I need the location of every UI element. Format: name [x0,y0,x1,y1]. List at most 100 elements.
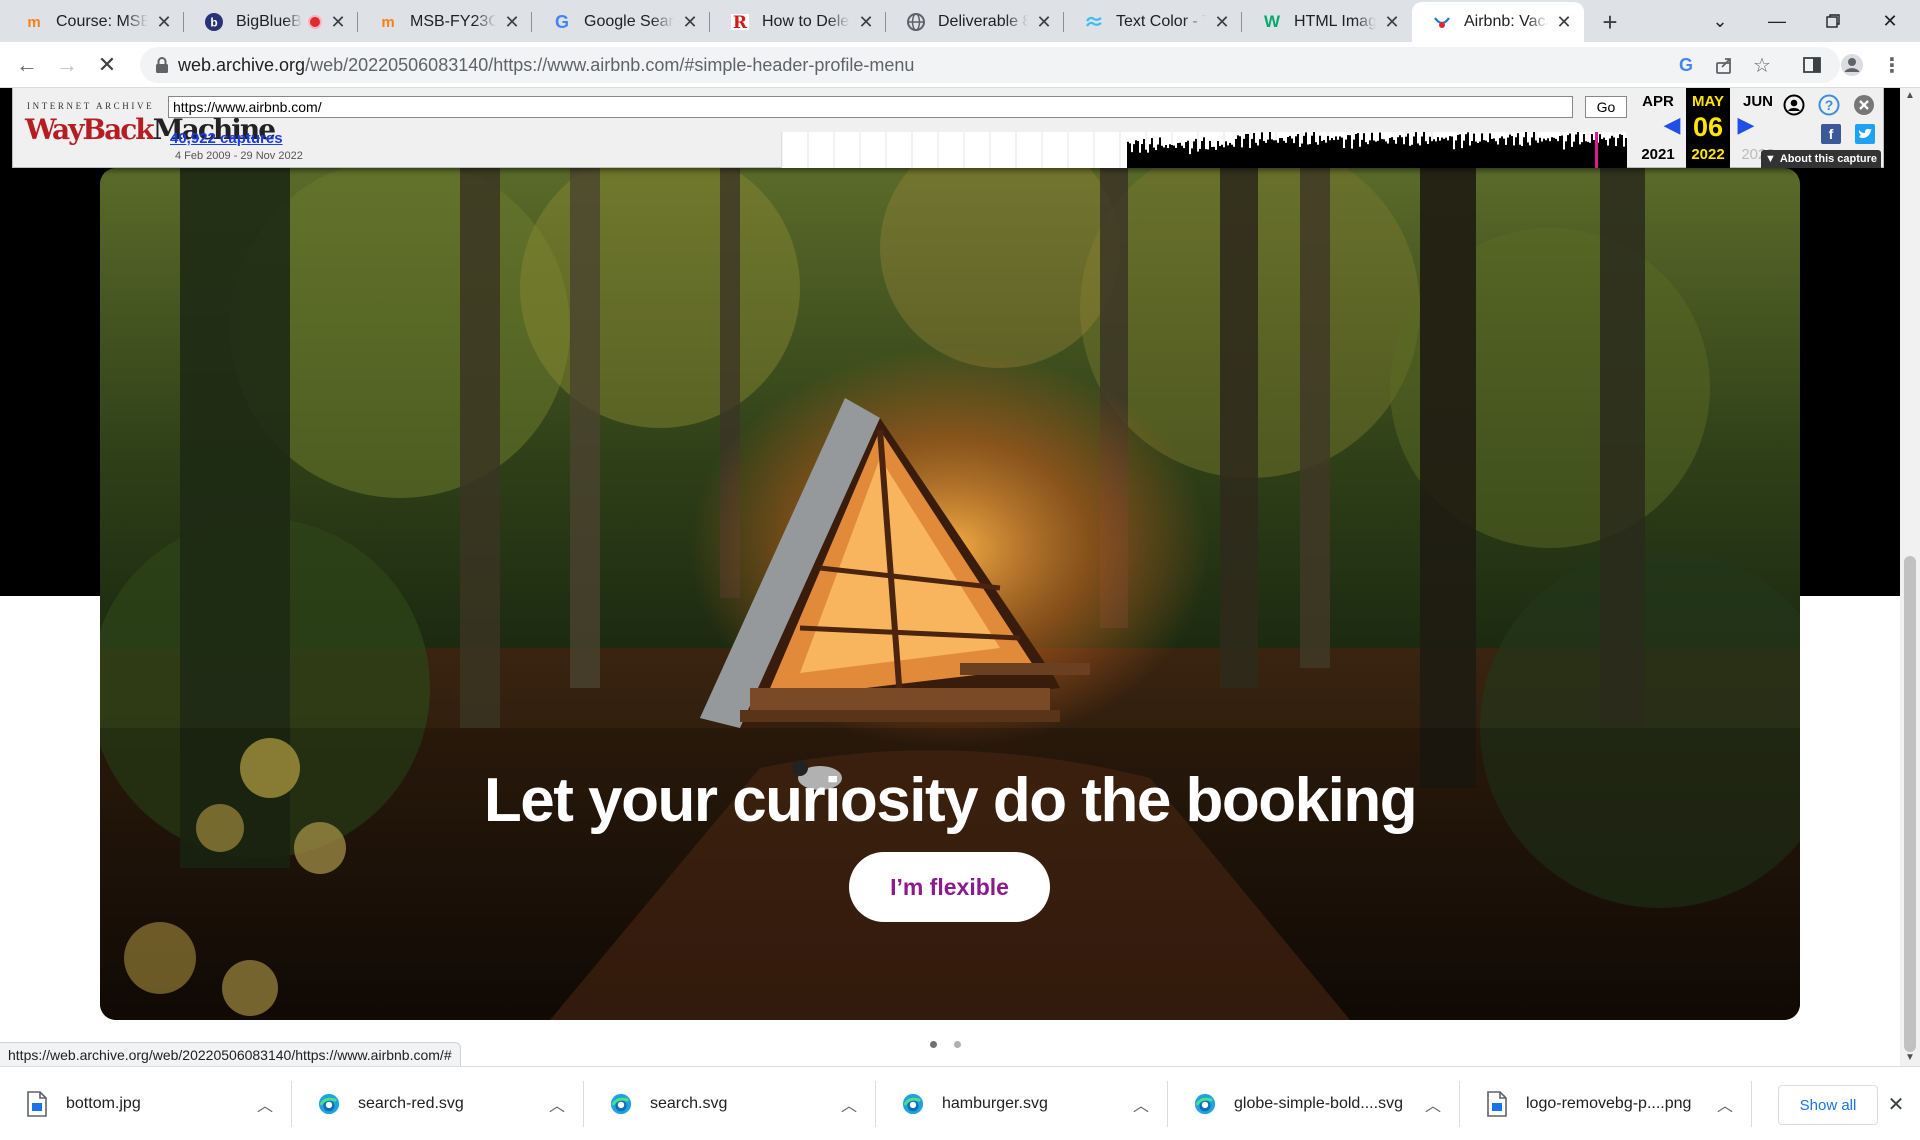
chevron-up-icon[interactable]: ︿ [1422,1092,1444,1116]
browser-tab-2[interactable]: m MSB-FY23C1: HTML ✕ [358,2,532,42]
capture-sparkline[interactable] [781,131,1627,168]
sparkline-bar [1511,136,1513,168]
tailwind-icon [1084,12,1104,32]
sparkline-bar [1283,140,1285,168]
download-item[interactable]: globe-simple-bold....svg ︿ [1168,1077,1460,1131]
google-lens-icon[interactable]: G [1671,50,1701,80]
browser-tab-6[interactable]: Text Color - Tailwind ✕ [1064,2,1242,42]
forward-icon[interactable]: → [52,50,82,80]
chevron-up-icon[interactable]: ︿ [546,1092,568,1116]
next-capture-arrow-icon[interactable]: ▶ [1734,112,1758,137]
address-bar[interactable]: web.archive.org/web/20220506083140/https… [140,47,1840,83]
browser-tab-3[interactable]: G Google Search ✕ [532,2,710,42]
carousel-dot[interactable] [930,1041,937,1048]
download-shelf: bottom.jpg ︿ search-red.svg ︿ search.svg… [0,1066,1920,1140]
bookmark-star-icon[interactable]: ☆ [1747,50,1777,80]
sparkline-bar [1469,145,1471,168]
prev-capture-arrow-icon[interactable]: ◀ [1660,112,1684,137]
show-all-downloads-button[interactable]: Show all [1778,1085,1878,1125]
close-icon[interactable]: ✕ [1034,12,1054,32]
about-capture-toggle[interactable]: ▼ About this capture [1761,150,1881,168]
browser-tab-7[interactable]: W HTML Images ✕ [1242,2,1412,42]
tab-search-icon[interactable]: ⌄ [1705,6,1735,36]
sparkline-bar [1517,133,1519,168]
wayback-url-input[interactable] [168,96,1573,118]
close-icon[interactable]: ✕ [328,12,348,32]
close-window-icon[interactable]: ✕ [1875,6,1905,36]
sparkline-bar [1399,135,1401,168]
close-icon[interactable]: ✕ [1212,12,1232,32]
more-menu-icon[interactable]: ⋮ [1877,50,1907,80]
sparkline-bar [1609,138,1611,168]
browser-tab-1[interactable]: b BigBlueButton ✕ [184,2,358,42]
new-tab-button[interactable]: + [1596,7,1624,37]
restore-icon[interactable] [1818,6,1848,36]
download-item[interactable]: hamburger.svg ︿ [876,1077,1168,1131]
browser-tab-0[interactable]: m Course: MSB-FY23C1 ✕ [4,2,184,42]
close-icon[interactable]: ✕ [154,12,174,32]
close-download-shelf-icon[interactable]: ✕ [1882,1091,1910,1119]
tab-title: MSB-FY23C1: HTML [410,13,496,30]
back-icon[interactable]: ← [12,50,42,80]
sparkline-bar [1279,138,1281,168]
scroll-up-arrow-icon[interactable]: ▲ [1904,90,1916,102]
carousel-dot[interactable] [954,1041,961,1048]
facebook-icon[interactable]: f [1821,124,1841,144]
browser-tab-4[interactable]: R How to Delete ✕ [710,2,886,42]
side-panel-icon[interactable] [1797,50,1827,80]
download-item[interactable]: bottom.jpg ︿ [0,1077,292,1131]
download-item[interactable]: logo-removebg-p....png ︿ [1460,1077,1752,1131]
lock-icon[interactable] [152,55,172,75]
w3schools-icon: W [1263,12,1281,31]
sparkline-bar [1625,137,1627,168]
profile-avatar-icon[interactable] [1837,50,1867,80]
twitter-icon[interactable] [1855,124,1875,144]
wayback-go-button[interactable]: Go [1585,96,1627,118]
sparkline-bar [1189,154,1191,168]
chevron-up-icon[interactable]: ︿ [254,1092,276,1116]
chevron-up-icon[interactable]: ︿ [1714,1092,1736,1116]
stop-loading-icon[interactable]: ✕ [92,50,122,80]
caret-down-icon: ▼ [1764,153,1776,165]
carousel-dots [930,1041,961,1048]
sparkline-bar [1407,133,1409,168]
sparkline-bar [1397,137,1399,168]
minimize-icon[interactable]: — [1762,6,1792,36]
scroll-down-arrow-icon[interactable]: ▼ [1904,1052,1916,1064]
share-icon[interactable] [1709,50,1739,80]
sparkline-bar [1221,144,1223,168]
close-icon[interactable]: ✕ [856,12,876,32]
sparkline-bar [1599,134,1601,168]
scrollbar-thumb[interactable] [1904,556,1916,1052]
chevron-up-icon[interactable]: ︿ [1130,1092,1152,1116]
download-item[interactable]: search.svg ︿ [584,1077,876,1131]
chevron-up-icon[interactable]: ︿ [838,1092,860,1116]
close-icon[interactable]: ✕ [1554,12,1574,32]
sparkline-bar [1569,133,1571,168]
captures-link[interactable]: 40,922 captures [170,130,283,147]
browser-tab-8[interactable]: Airbnb: Vacation Rentals ✕ [1412,2,1584,42]
close-icon[interactable]: ✕ [1382,12,1402,32]
sparkline-bar [1161,145,1163,168]
sparkline-bar [1299,146,1301,168]
user-account-icon[interactable] [1783,94,1805,116]
close-wayback-icon[interactable] [1853,94,1875,116]
sparkline-bar [1477,142,1479,168]
browser-tab-5[interactable]: Deliverable 8: HTML ✕ [886,2,1064,42]
sparkline-bar [1231,144,1233,168]
close-icon[interactable]: ✕ [502,12,522,32]
sparkline-bar [1255,142,1257,168]
sparkline-bar [1403,144,1405,168]
link-status-bar: https://web.archive.org/web/202205060831… [0,1042,461,1068]
sparkline-bar [1149,144,1151,168]
sparkline-bar [1567,135,1569,168]
im-flexible-button[interactable]: I’m flexible [849,852,1050,922]
sparkline-bar [1277,142,1279,168]
download-item[interactable]: search-red.svg ︿ [292,1077,584,1131]
sparkline-bar [1561,135,1563,168]
sparkline-bar [1181,145,1183,168]
sparkline-bar [1335,136,1337,168]
help-icon[interactable]: ? [1818,94,1840,116]
prev-month[interactable]: APR ◀ 2021 [1630,88,1686,168]
close-icon[interactable]: ✕ [680,12,700,32]
